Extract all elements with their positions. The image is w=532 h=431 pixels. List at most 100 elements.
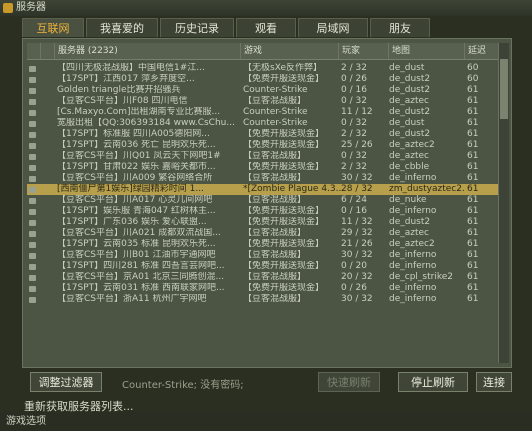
server-map: de_aztec [389,151,430,161]
server-players: 28 / 32 [341,184,373,194]
server-map: de_aztec [389,96,430,106]
lock-icon [29,261,39,272]
server-players: 25 / 26 [341,140,373,150]
server-name: 【17SPT】广东036 娱乐 爱心联盟... [57,217,207,227]
server-game: 【免费开服送现金】 [243,239,325,249]
server-map: de_dust2 [389,85,431,95]
server-latency: 61 [467,283,479,293]
lock-icon [29,228,39,239]
server-name: 【17SPT】标准服 四川A005德阳网... [57,129,210,139]
header-map[interactable]: 地图 [389,43,465,59]
server-row[interactable]: 宽服出租【QQ:306393184 www.CsChu... Counter-St… [27,118,507,129]
server-row[interactable]: 【17SPT】广东036 娱乐 爱心联盟... 【免费开服送现金】 11 / 32 d… [27,217,507,228]
lock-glyph [29,198,36,204]
lock-glyph [29,88,36,94]
lock-icon [29,151,39,162]
server-row[interactable]: 【17SPT】甘肃022 娱乐 嘉峪关都市... 【免费开服送现金】 2 / 32 d… [27,162,507,173]
server-row[interactable]: 【17SPT】江西017 萍乡弃度空... 【免费开服送现金】 0 / 26 de_d… [27,74,507,85]
server-latency: 61 [467,173,479,183]
server-map: de_inferno [389,206,437,216]
server-game: 【豆客混战服】 [243,250,307,260]
lock-icon [29,129,39,140]
lock-icon [29,118,39,129]
server-latency: 61 [467,195,479,205]
server-latency: 61 [467,162,479,172]
server-row[interactable]: 【豆客CS平台】川B01 江油市宇通网吧 【豆客混战服】 30 / 32 de_inf… [27,250,507,261]
server-name: 宽服出租【QQ:306393184 www.CsChu... [57,118,235,128]
header-lock-icon [27,43,41,59]
server-latency: 60 [467,74,479,84]
server-latency: 61 [467,129,479,139]
lock-glyph [29,297,36,303]
connect-button[interactable]: 连接 [476,372,512,392]
tab-internet[interactable]: 互联网 [22,18,84,37]
tab-history[interactable]: 历史记录 [160,18,234,37]
server-game: 【豆客混战服】 [243,151,307,161]
server-latency: 61 [467,96,479,106]
scrollbar[interactable] [498,43,509,363]
server-row[interactable]: 【17SPT】云南031 标准 西南联家网吧... 【免费开服送现金】 0 / 26… [27,283,507,294]
server-row[interactable]: 【豆客CS平台】川Q01 凤云天下网吧1# 【豆客混战服】 0 / 32 de_azt… [27,151,507,162]
server-row[interactable]: 【豆客CS平台】川A017 心灵儿间网吧 【豆客混战服】 6 / 24 de_nuke… [27,195,507,206]
server-name: 【17SPT】娱乐服 青海047 红树林主... [57,206,216,216]
window-titlebar: 服务器 [0,0,532,16]
server-row[interactable]: 【17SPT】云南036 死亡 昆明欢乐死... 【免费开服送现金】 25 / 26… [27,140,507,151]
tab-favorites[interactable]: 我喜爱的 [86,18,158,37]
server-latency: 61 [467,151,479,161]
lock-icon [29,283,39,294]
lock-icon [29,239,39,250]
server-name: 【豆客CS平台】川A021 成都双流战国... [57,228,221,238]
server-row[interactable]: 【17SPT】四川281 标准 四吾言芸网吧... 【免费开服送现金】 0 / 20… [27,261,507,272]
server-row[interactable]: 【17SPT】云南035 标准 昆明欢乐死... 【免费开服送现金】 21 / 26… [27,239,507,250]
server-name: 【豆客CS平台】京A01 北京三同腾创混... [57,272,225,282]
taskbar: 游戏选项 [0,412,532,431]
server-players: 2 / 32 [341,162,367,172]
server-row[interactable]: 【17SPT】标准服 四川A005德阳网... 【免费开服送现金】 2 / 32 de… [27,129,507,140]
server-row[interactable]: 【17SPT】娱乐服 青海047 红树林主... 【免费开服送现金】 0 / 16 d… [27,206,507,217]
server-latency: 61 [467,272,479,282]
server-game: 【豆客混战服】 [243,294,307,304]
tab-lan[interactable]: 局域网 [298,18,368,37]
window-title: 服务器 [16,2,46,13]
server-map: de_dust2 [389,217,431,227]
server-game: 【免费开服送现金】 [243,261,325,271]
header-server-name[interactable]: 服务器 (2232) [55,43,241,59]
lock-icon [29,85,39,96]
tab-friends[interactable]: 朋友 [370,18,430,37]
server-row[interactable]: 【豆客CS平台】浙A11 杭州广宇网吧 【豆客混战服】 30 / 32 de_infe… [27,294,507,305]
server-row[interactable]: 【豆客CS平台】京A01 北京三同腾创混... 【豆客混战服】 20 / 32 de_… [27,272,507,283]
header-players[interactable]: 玩家 [339,43,389,59]
server-row[interactable]: [西南僵尸第1娱乐]绿园精彩时间 1... *[Zombie Plague 4.3… [27,184,507,195]
server-game: 【免费开服送现金】 [243,206,325,216]
scrollbar-thumb[interactable] [500,59,508,119]
server-name: 【17SPT】四川281 标准 四吾言芸网吧... [57,261,225,271]
tab-spectate[interactable]: 观看 [236,18,296,37]
server-row[interactable]: 【豆客CS平台】川F08 四川电信 【豆客混战服】 0 / 32 de_aztec 61 [27,96,507,107]
server-name: [西南僵尸第1娱乐]绿园精彩时间 1... [57,184,204,194]
server-latency: 61 [467,250,479,260]
server-row[interactable]: 【豆客CS平台】川A009 繁谷网络合所 【豆客混战服】 30 / 32 de_inf… [27,173,507,184]
server-name: 【豆客CS平台】川B01 江油市宇通网吧 [57,250,216,260]
server-map: de_dust [389,118,425,128]
server-game: 【豆客混战服】 [243,173,307,183]
lock-icon [29,63,39,74]
lock-icon [29,162,39,173]
lock-glyph [29,275,36,281]
server-players: 0 / 16 [341,85,367,95]
server-latency: 61 [467,294,479,304]
server-latency: 61 [467,118,479,128]
server-players: 0 / 16 [341,206,367,216]
filter-button[interactable]: 调整过滤器 [30,372,102,392]
server-row[interactable]: [Cs.Maxyo.Com]出租湖南专业比赛服... Counter-Strike… [27,107,507,118]
quick-refresh-button[interactable]: 快速刷新 [318,372,380,392]
server-map: de_aztec2 [389,140,435,150]
server-row[interactable]: 【四川无极混战服】中国电信1#江... 【无极sXe反作弊】 2 / 32 de_du… [27,63,507,74]
stop-refresh-button[interactable]: 停止刷新 [398,372,468,392]
server-rows: 【四川无极混战服】中国电信1#江... 【无极sXe反作弊】 2 / 32 de_du… [27,61,507,366]
header-game[interactable]: 游戏 [241,43,339,59]
filter-status: Counter-Strike; 没有密码; [122,380,244,391]
server-name: 【豆客CS平台】川F08 四川电信 [57,96,188,106]
server-row[interactable]: 【豆客CS平台】川A021 成都双流战国... 【豆客混战服】 29 / 32 de_… [27,228,507,239]
server-row[interactable]: Golden triangle比赛开招骚兵 Counter-Strike 0 / 1… [27,85,507,96]
server-map: de_dust [389,63,425,73]
